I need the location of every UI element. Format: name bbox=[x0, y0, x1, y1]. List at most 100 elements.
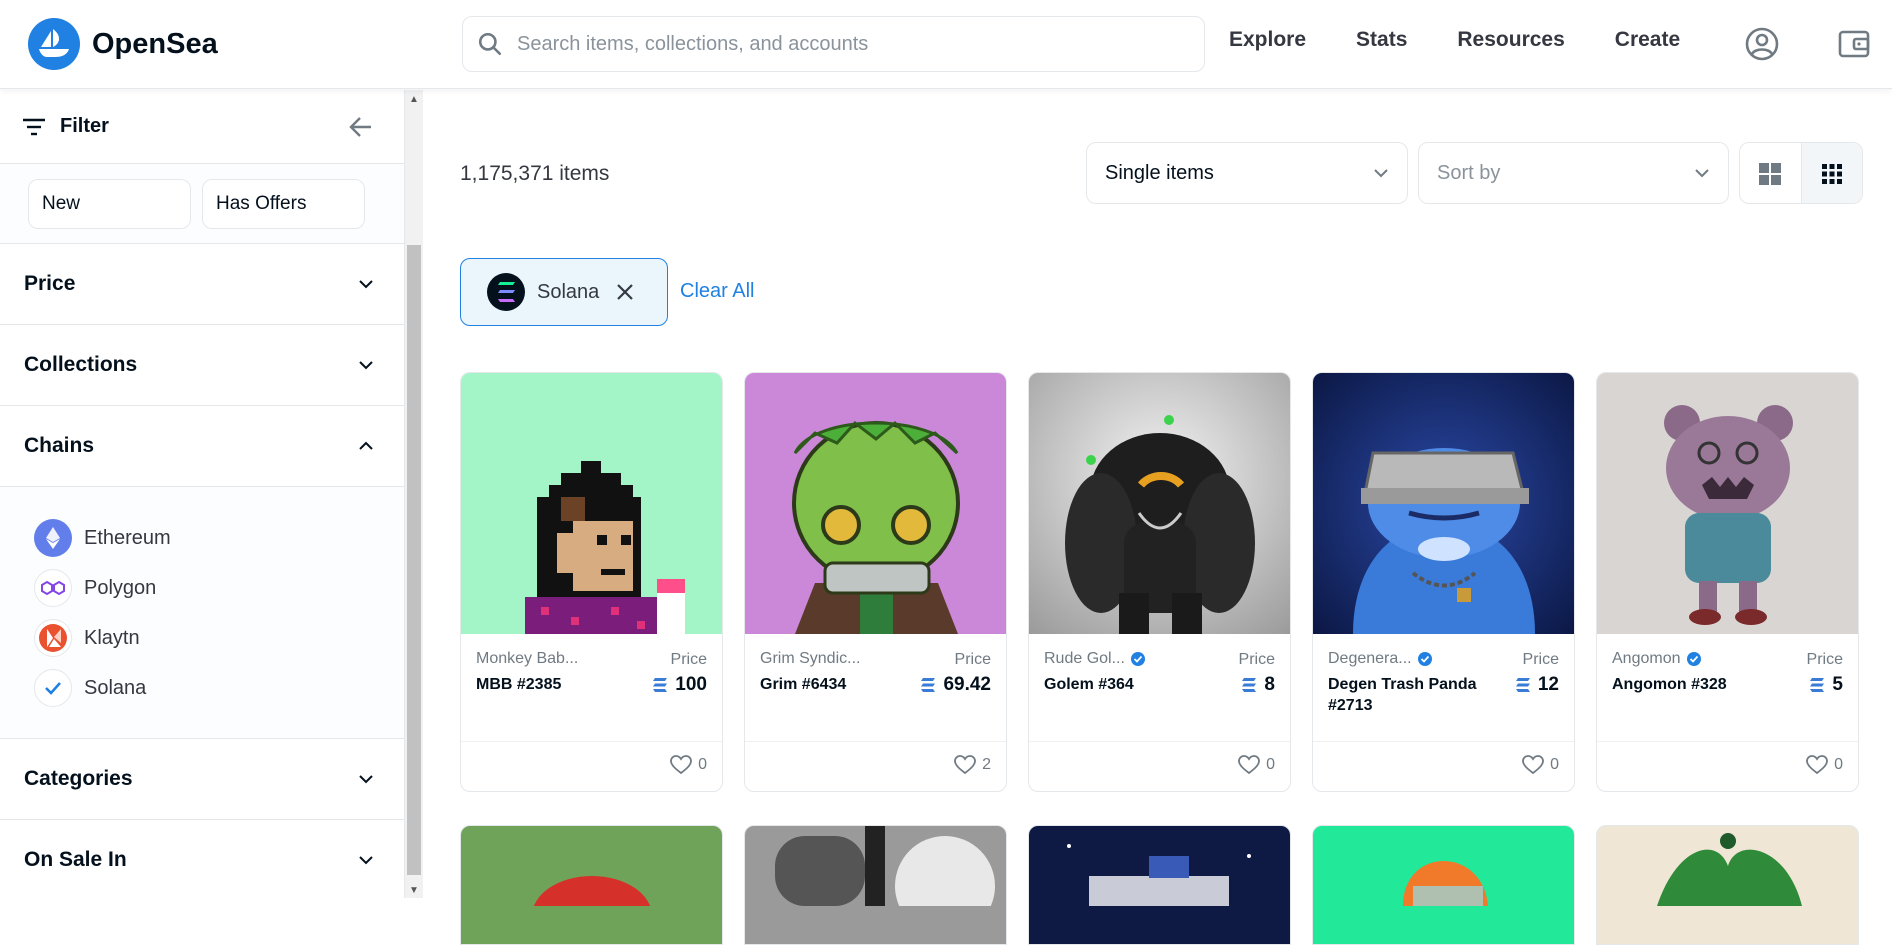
solana-icon bbox=[921, 678, 936, 692]
active-filter-chip: Solana bbox=[460, 258, 668, 326]
status-has-offers-button[interactable]: Has Offers bbox=[202, 178, 365, 229]
section-categories[interactable]: Categories bbox=[0, 739, 404, 820]
chevron-down-icon bbox=[359, 775, 373, 784]
section-collections[interactable]: Collections bbox=[0, 325, 404, 406]
chain-klaytn[interactable]: Klaytn bbox=[34, 613, 404, 663]
small-grid-view-button[interactable] bbox=[1800, 143, 1862, 203]
account-icon[interactable] bbox=[1744, 26, 1780, 62]
close-icon[interactable] bbox=[615, 282, 635, 302]
nft-card-info: Angomon Angomon #328 Price 5 bbox=[1597, 634, 1858, 742]
chain-ethereum[interactable]: Ethereum bbox=[34, 513, 404, 563]
item-type-select[interactable]: Single items bbox=[1086, 142, 1408, 204]
chains-list: Ethereum Polygon Klaytn Solana bbox=[0, 487, 404, 739]
nft-card[interactable] bbox=[460, 825, 723, 945]
search-bar[interactable] bbox=[462, 16, 1205, 72]
sort-placeholder: Sort by bbox=[1437, 161, 1501, 184]
section-chains[interactable]: Chains bbox=[0, 406, 404, 487]
small-grid-icon bbox=[1821, 164, 1842, 184]
status-new-button[interactable]: New bbox=[28, 178, 191, 229]
section-categories-title: Categories bbox=[24, 767, 133, 790]
nft-card[interactable]: Grim Syndic... Grim #6434 Price 69.42 2 bbox=[744, 372, 1007, 792]
nav-explore[interactable]: Explore bbox=[1229, 28, 1306, 52]
price-label: Price bbox=[1238, 651, 1275, 668]
heart-icon bbox=[954, 755, 976, 775]
chevron-down-icon bbox=[359, 361, 373, 370]
check-icon bbox=[34, 669, 72, 707]
nft-card[interactable] bbox=[1596, 825, 1859, 945]
nft-likes[interactable]: 0 bbox=[1806, 755, 1843, 775]
chain-polygon-label: Polygon bbox=[84, 576, 157, 599]
chevron-down-icon bbox=[1374, 169, 1388, 178]
nft-card[interactable]: Angomon Angomon #328 Price 5 0 bbox=[1596, 372, 1859, 792]
price-label: Price bbox=[1522, 651, 1559, 668]
chain-polygon[interactable]: Polygon bbox=[34, 563, 404, 613]
arrow-left-icon[interactable] bbox=[348, 114, 374, 140]
section-price-title: Price bbox=[24, 272, 76, 295]
nft-name: Angomon #328 bbox=[1612, 676, 1727, 693]
heart-icon bbox=[1806, 755, 1828, 775]
price-label: Price bbox=[954, 651, 991, 668]
heart-icon bbox=[1522, 755, 1544, 775]
chevron-down-icon bbox=[359, 856, 373, 865]
heart-icon bbox=[1238, 755, 1260, 775]
large-grid-view-button[interactable] bbox=[1740, 143, 1801, 203]
solana-icon bbox=[1515, 678, 1530, 692]
nft-likes[interactable]: 0 bbox=[670, 755, 707, 775]
klaytn-icon bbox=[34, 619, 72, 657]
sort-select[interactable]: Sort by bbox=[1418, 142, 1729, 204]
nav-resources[interactable]: Resources bbox=[1457, 28, 1564, 52]
nft-card-info: Grim Syndic... Grim #6434 Price 69.42 bbox=[745, 634, 1006, 742]
search-input[interactable] bbox=[517, 32, 1177, 56]
nft-card[interactable]: Degenera... Degen Trash Panda #2713 Pric… bbox=[1312, 372, 1575, 792]
nft-price: 8 bbox=[1240, 674, 1275, 696]
sidebar-scrollbar[interactable]: ▲ ▼ bbox=[405, 90, 423, 898]
scroll-up-arrow-icon[interactable]: ▲ bbox=[409, 94, 419, 105]
price-label: Price bbox=[1806, 651, 1843, 668]
nft-card[interactable] bbox=[1028, 825, 1291, 945]
nft-likes[interactable]: 0 bbox=[1238, 755, 1275, 775]
chain-klaytn-label: Klaytn bbox=[84, 626, 140, 649]
wallet-icon[interactable] bbox=[1836, 26, 1872, 62]
item-count: 1,175,371 items bbox=[460, 162, 610, 185]
nft-price: 100 bbox=[651, 674, 707, 696]
section-chains-title: Chains bbox=[24, 434, 95, 457]
nft-price: 5 bbox=[1808, 674, 1843, 696]
price-label: Price bbox=[670, 651, 707, 668]
filter-icon bbox=[23, 118, 45, 135]
nav-create[interactable]: Create bbox=[1615, 28, 1680, 52]
nav-links: Explore Stats Resources Create bbox=[1229, 28, 1730, 52]
filter-header: Filter bbox=[0, 90, 404, 164]
chain-solana[interactable]: Solana bbox=[34, 663, 404, 713]
nft-likes[interactable]: 2 bbox=[954, 755, 991, 775]
nft-card[interactable] bbox=[1312, 825, 1575, 945]
section-collections-title: Collections bbox=[24, 353, 138, 376]
verified-badge-icon bbox=[1686, 652, 1701, 666]
section-on-sale-in[interactable]: On Sale In bbox=[0, 820, 404, 898]
nft-name: Golem #364 bbox=[1044, 676, 1134, 693]
solana-icon bbox=[653, 678, 668, 692]
scrollbar-thumb[interactable] bbox=[407, 245, 421, 875]
nav-stats[interactable]: Stats bbox=[1356, 28, 1407, 52]
filter-sidebar: Filter New Has Offers Price Collections … bbox=[0, 90, 405, 898]
chevron-up-icon bbox=[359, 441, 373, 450]
nft-card[interactable]: Monkey Bab... MBB #2385 Price 100 0 bbox=[460, 372, 723, 792]
nft-image-monkey bbox=[461, 373, 722, 634]
section-price[interactable]: Price bbox=[0, 244, 404, 325]
ethereum-icon bbox=[34, 519, 72, 557]
nft-card[interactable]: Rude Gol... Golem #364 Price 8 0 bbox=[1028, 372, 1291, 792]
solana-icon bbox=[1810, 678, 1825, 692]
nft-likes[interactable]: 0 bbox=[1522, 755, 1559, 775]
brand-name: OpenSea bbox=[92, 27, 218, 60]
active-filter-label: Solana bbox=[537, 280, 600, 303]
clear-all-link[interactable]: Clear All bbox=[680, 280, 754, 303]
section-on-sale-in-title: On Sale In bbox=[24, 848, 127, 871]
chevron-down-icon bbox=[1695, 169, 1709, 178]
scroll-down-arrow-icon[interactable]: ▼ bbox=[409, 885, 419, 896]
nft-card[interactable] bbox=[744, 825, 1007, 945]
nft-price: 12 bbox=[1514, 674, 1559, 696]
nft-image-angomon bbox=[1597, 373, 1858, 634]
status-filters: New Has Offers bbox=[0, 164, 404, 244]
nft-name: Grim #6434 bbox=[760, 676, 847, 693]
solana-icon bbox=[487, 273, 525, 311]
opensea-logo[interactable]: OpenSea bbox=[28, 18, 218, 70]
